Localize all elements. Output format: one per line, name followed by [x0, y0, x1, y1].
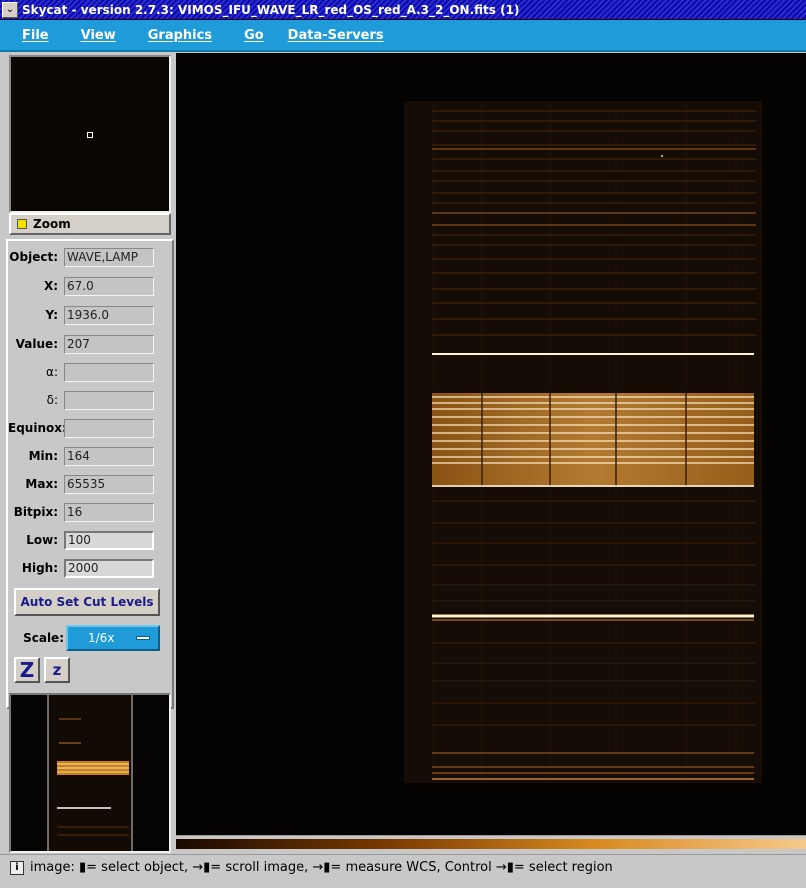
title-bar: ⌄ Skycat - version 2.7.3: VIMOS_IFU_WAVE… [0, 0, 806, 20]
high-label: High: [21, 561, 58, 575]
panner-view[interactable] [9, 55, 171, 213]
info-panel: Object: WAVE,LAMP X: 67.0 Y: 1936.0 Valu… [6, 239, 174, 709]
menu-go[interactable]: Go [244, 28, 264, 43]
value-label: Value: [15, 337, 58, 351]
zoom-checkbox-icon[interactable] [17, 219, 27, 229]
equinox-field [64, 418, 154, 438]
info-row-alpha: α: [8, 362, 172, 382]
window-menu-button[interactable]: ⌄ [2, 1, 18, 18]
delta-field [64, 390, 154, 410]
scale-menu[interactable]: 1/6x [66, 625, 160, 651]
bitpix-field: 16 [64, 502, 154, 522]
status-bar: i image: ▮= select object, →▮= scroll im… [0, 854, 806, 880]
min-label: Min: [28, 449, 58, 463]
y-label: Y: [45, 308, 58, 322]
info-icon: i [10, 860, 24, 875]
delta-label: δ: [46, 393, 58, 407]
menu-data-servers[interactable]: Data-Servers [288, 28, 384, 43]
window-title: Skycat - version 2.7.3: VIMOS_IFU_WAVE_L… [22, 2, 520, 17]
info-row-equinox: Equinox: [8, 418, 172, 438]
info-row-high: High: 2000 [8, 558, 172, 578]
max-label: Max: [25, 477, 58, 491]
auto-set-cut-levels-button[interactable]: Auto Set Cut Levels [14, 588, 160, 616]
alpha-label: α: [46, 365, 58, 379]
object-label: Object: [9, 250, 58, 264]
chevron-down-icon: ⌄ [5, 4, 15, 15]
menu-bar: File View Graphics Go Data-Servers [0, 20, 806, 52]
zoom-toggle[interactable]: Zoom [9, 213, 171, 235]
info-row-bitpix: Bitpix: 16 [8, 502, 172, 522]
status-text: image: ▮= select object, →▮= scroll imag… [30, 860, 613, 875]
value-field: 207 [64, 334, 154, 354]
control-panel: Zoom Object: WAVE,LAMP X: 67.0 Y: 1936.0… [6, 53, 174, 853]
equinox-label: Equinox: [8, 421, 67, 435]
bottom-border [0, 880, 806, 888]
object-field: WAVE,LAMP [64, 247, 154, 267]
menu-graphics[interactable]: Graphics [148, 28, 212, 43]
low-input[interactable]: 100 [64, 530, 154, 550]
scale-label: Scale: [23, 631, 64, 645]
spectrum-image [176, 53, 806, 835]
magnifier-image [11, 695, 169, 851]
colorbar-container [176, 835, 806, 853]
max-field: 65535 [64, 474, 154, 494]
panner-marker[interactable] [87, 132, 93, 138]
min-field: 164 [64, 446, 154, 466]
x-label: X: [43, 279, 58, 293]
info-row-low: Low: 100 [8, 530, 172, 550]
info-row-y: Y: 1936.0 [8, 305, 172, 325]
x-field: 67.0 [64, 276, 154, 296]
info-row-max: Max: 65535 [8, 474, 172, 494]
magnifier-view [9, 693, 171, 853]
alpha-field [64, 362, 154, 382]
info-row-x: X: 67.0 [8, 276, 172, 296]
low-label: Low: [26, 533, 58, 547]
y-field: 1936.0 [64, 305, 154, 325]
high-input[interactable]: 2000 [64, 558, 154, 578]
menu-file[interactable]: File [22, 28, 49, 43]
colorbar[interactable] [176, 839, 806, 849]
info-row-delta: δ: [8, 390, 172, 410]
image-canvas[interactable] [176, 53, 806, 835]
scale-value: 1/6x [88, 631, 115, 645]
zoom-out-button[interactable]: z [44, 657, 70, 683]
info-row-value: Value: 207 [8, 334, 172, 354]
zoom-label: Zoom [33, 217, 71, 231]
bitpix-label: Bitpix: [13, 505, 58, 519]
menu-view[interactable]: View [81, 28, 116, 43]
info-row-object: Object: WAVE,LAMP [8, 247, 172, 267]
option-menu-indicator-icon [136, 636, 150, 640]
zoom-in-button[interactable]: Z [14, 657, 40, 683]
info-row-min: Min: 164 [8, 446, 172, 466]
